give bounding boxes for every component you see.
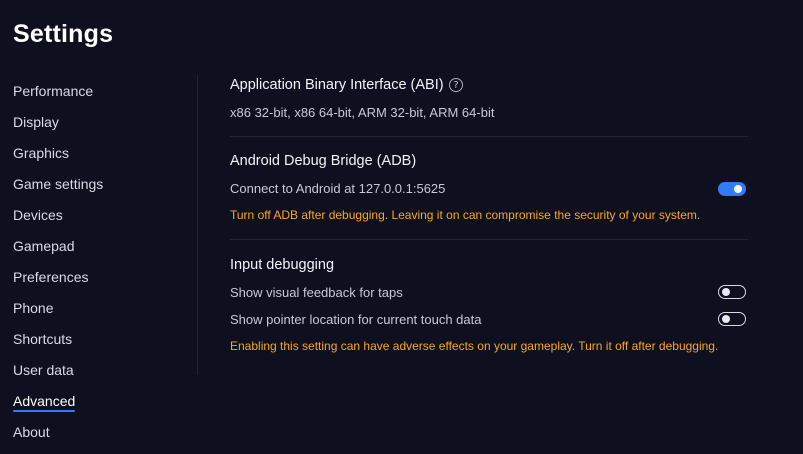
toggle-knob xyxy=(722,315,730,323)
page-title: Settings xyxy=(13,20,114,48)
sidebar-item-devices[interactable]: Devices xyxy=(13,207,63,223)
sidebar-item-user-data[interactable]: User data xyxy=(13,362,74,378)
toggle-knob xyxy=(722,288,730,296)
adb-connect-toggle[interactable] xyxy=(718,182,746,196)
sidebar-item-preferences[interactable]: Preferences xyxy=(13,269,88,285)
question-mark-icon[interactable]: ? xyxy=(449,78,463,92)
abi-value: x86 32-bit, x86 64-bit, ARM 32-bit, ARM … xyxy=(230,105,495,120)
sidebar-item-about[interactable]: About xyxy=(13,424,50,440)
sidebar-item-display[interactable]: Display xyxy=(13,114,59,130)
adb-connect-label: Connect to Android at 127.0.0.1:5625 xyxy=(230,181,446,196)
section-divider xyxy=(230,239,748,240)
sidebar-item-advanced[interactable]: Advanced xyxy=(13,393,76,412)
sidebar-divider xyxy=(197,75,198,375)
sidebar-item-shortcuts[interactable]: Shortcuts xyxy=(13,331,72,347)
abi-section-title: Application Binary Interface (ABI) xyxy=(230,77,444,93)
settings-sidebar: Performance Display Graphics Game settin… xyxy=(0,75,197,454)
sidebar-item-game-settings[interactable]: Game settings xyxy=(13,176,103,192)
adb-warning: Turn off ADB after debugging. Leaving it… xyxy=(230,208,701,222)
sidebar-item-performance[interactable]: Performance xyxy=(13,83,93,99)
input-debugging-section-title: Input debugging xyxy=(230,257,335,273)
sidebar-item-graphics[interactable]: Graphics xyxy=(13,145,69,161)
advanced-settings-panel: Application Binary Interface (ABI) ? x86… xyxy=(230,0,750,454)
input-debugging-warning: Enabling this setting can have adverse e… xyxy=(230,339,719,353)
taps-feedback-toggle[interactable] xyxy=(718,285,746,299)
sidebar-item-gamepad[interactable]: Gamepad xyxy=(13,238,74,254)
sidebar-item-phone[interactable]: Phone xyxy=(13,300,53,316)
pointer-location-label: Show pointer location for current touch … xyxy=(230,312,482,327)
toggle-knob xyxy=(734,185,742,193)
taps-feedback-label: Show visual feedback for taps xyxy=(230,285,403,300)
adb-section-title: Android Debug Bridge (ADB) xyxy=(230,153,417,169)
pointer-location-toggle[interactable] xyxy=(718,312,746,326)
section-divider xyxy=(230,136,748,137)
